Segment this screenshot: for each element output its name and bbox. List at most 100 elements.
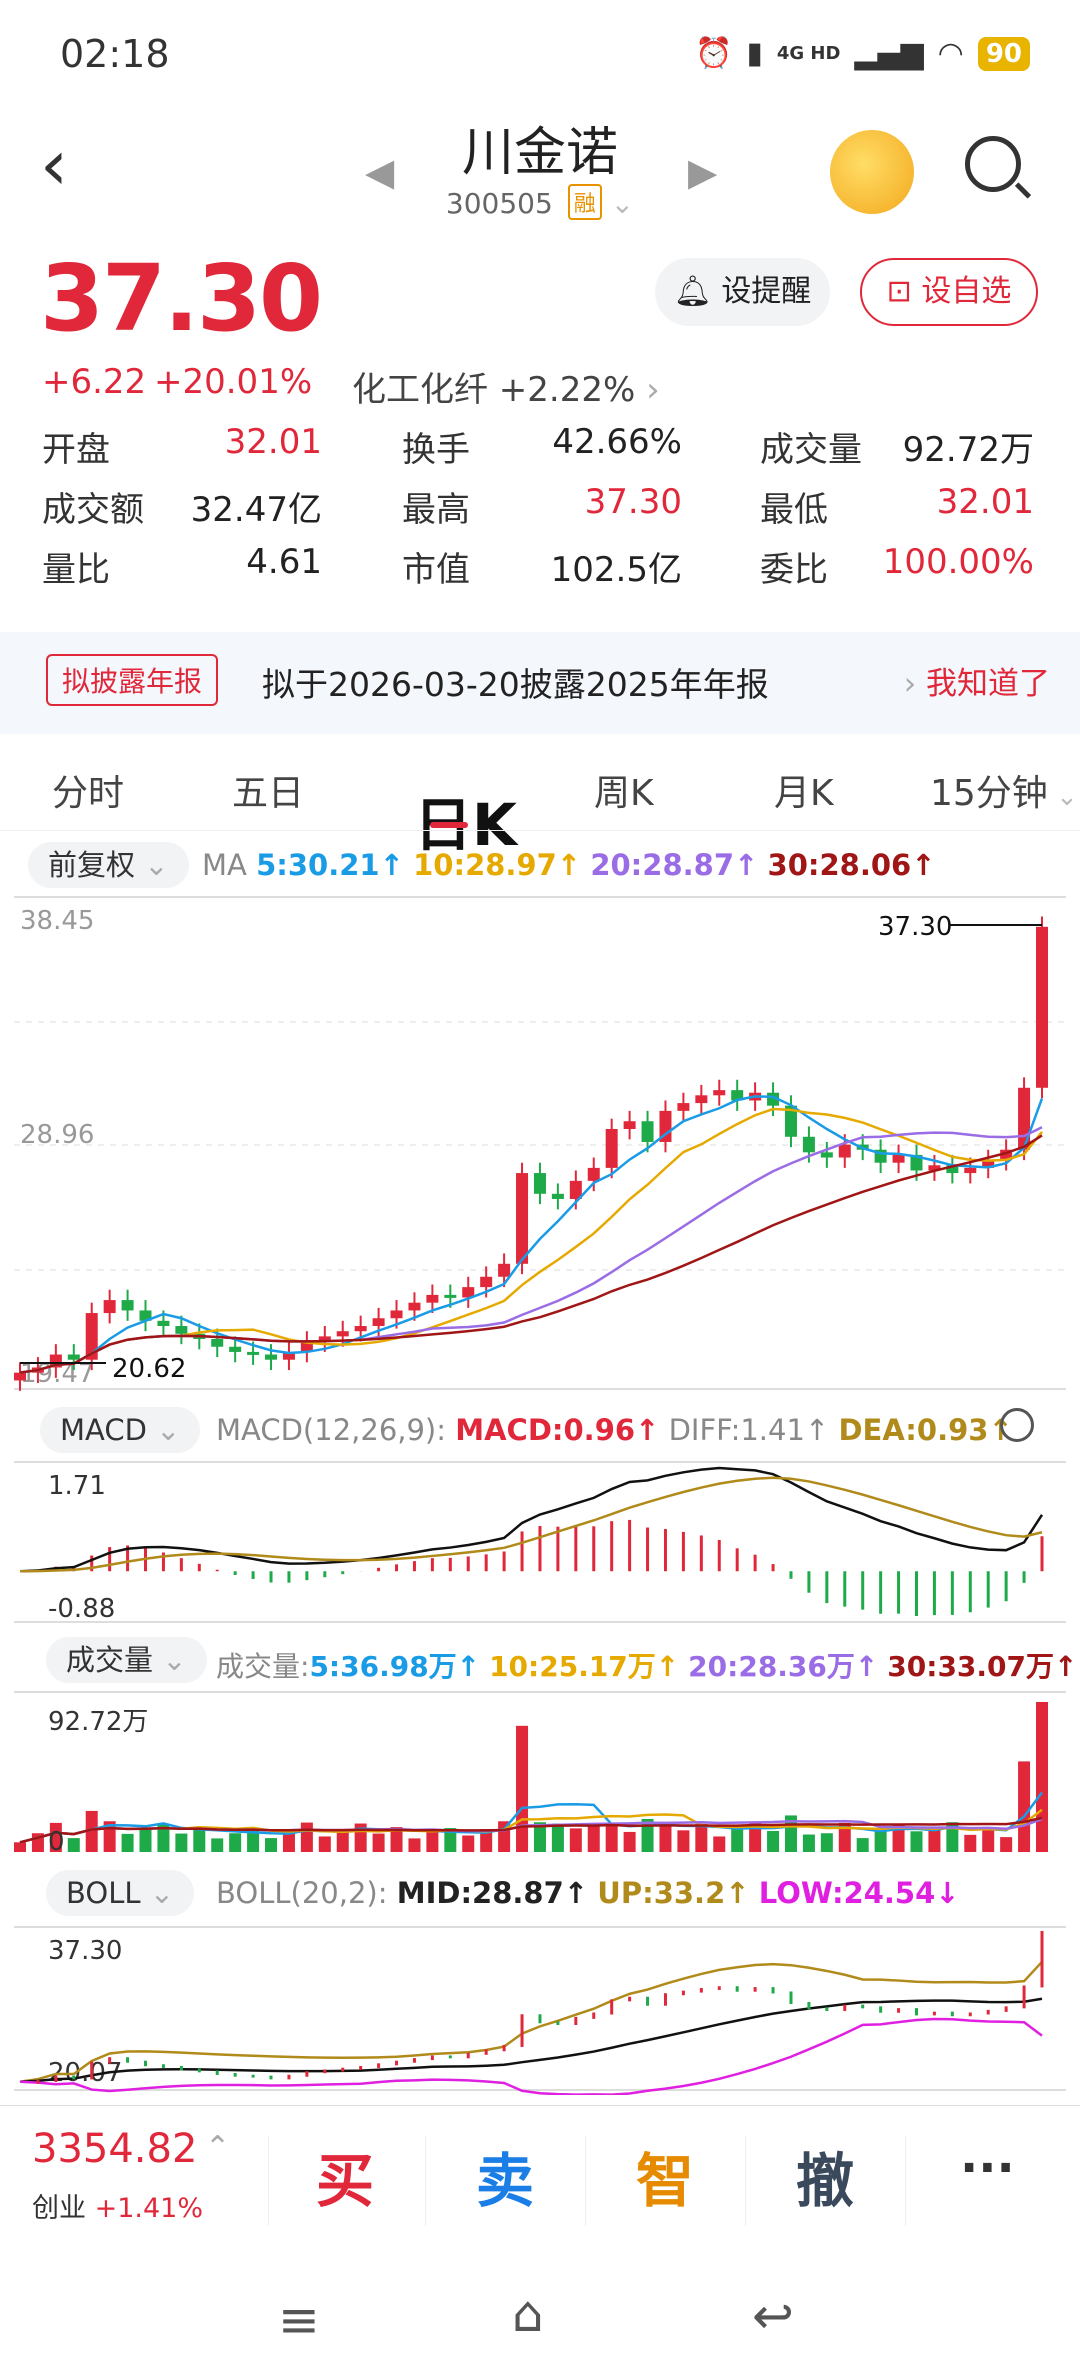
volume-bar	[928, 1829, 941, 1852]
menu-icon[interactable]: ≡	[278, 2291, 320, 2349]
y-axis-top: 38.45	[20, 906, 94, 936]
ma-lines	[19, 1095, 1044, 1374]
cancel-order-button[interactable]: 撤	[796, 2134, 854, 2218]
volume-bar	[121, 1833, 134, 1852]
disclosure-banner[interactable]: 拟披露年报 拟于2026-03-20披露2025年年报 › 我知道了	[0, 632, 1080, 734]
dismiss-banner-button[interactable]: › 我知道了	[904, 658, 1050, 703]
boll-mid-line	[19, 1997, 1043, 2083]
candle	[372, 1318, 385, 1327]
ma30-line	[19, 1134, 1043, 1374]
low-label: 20.62	[112, 1354, 186, 1384]
volume-bar	[1018, 1761, 1031, 1852]
boll-selector[interactable]: BOLL ⌄	[46, 1870, 195, 1916]
volume-bar	[336, 1829, 349, 1852]
sector-text: 化工化纤 +2.22%	[352, 370, 636, 410]
more-button[interactable]: ···	[960, 2140, 1015, 2196]
candle	[498, 1263, 511, 1277]
stock-code-row[interactable]: 300505 融 ⌄	[0, 184, 1080, 220]
search-icon[interactable]	[965, 136, 1021, 192]
stat-label: 市值	[402, 550, 470, 590]
chevron-right-icon: ›	[903, 666, 917, 702]
index-value[interactable]: 3354.82	[32, 2126, 197, 2172]
stat-label: 委比	[760, 550, 828, 590]
chevron-down-icon: ⌄	[144, 848, 169, 882]
candle	[623, 1121, 636, 1130]
stock-code: 300505	[445, 187, 553, 220]
vol-ma20: 20:28.36万↑	[688, 1650, 879, 1683]
tab-monthly-k[interactable]: 月K	[774, 764, 834, 816]
period-tabs: 分时 五日 日K 周K 月K 15分钟 ⌄	[0, 750, 1080, 859]
candle	[533, 1173, 546, 1194]
macd-params: MACD(12,26,9):	[216, 1413, 447, 1447]
tab-15min[interactable]: 15分钟 ⌄	[930, 764, 1078, 816]
add-watchlist-button[interactable]: ⊡ 设自选	[860, 258, 1038, 326]
tab-five-day[interactable]: 五日	[232, 764, 304, 816]
volume-bar	[802, 1834, 815, 1852]
macd-selector[interactable]: MACD ⌄	[40, 1407, 201, 1453]
vibrate-icon: ▮	[746, 36, 763, 71]
volume-bar	[856, 1838, 869, 1852]
candle	[229, 1346, 242, 1352]
stat-value: 100.00%	[882, 542, 1034, 582]
smart-button[interactable]: 智	[636, 2134, 694, 2218]
boll-legend: BOLL(20,2): MID:28.87↑ UP:33.2↑ LOW:24.5…	[216, 1876, 960, 1910]
divider	[268, 2136, 269, 2226]
ma10-line	[19, 1107, 1043, 1374]
divider	[905, 2136, 906, 2226]
macd-y-top: 1.71	[48, 1471, 106, 1501]
candle	[802, 1136, 815, 1153]
stat-label: 最低	[760, 490, 828, 530]
mascot-avatar[interactable]	[830, 130, 914, 214]
buy-button[interactable]: 买	[316, 2134, 374, 2218]
tab-intraday[interactable]: 分时	[52, 764, 124, 816]
volume-bar	[193, 1828, 206, 1852]
set-alert-button[interactable]: 🔔︎ 设提醒	[655, 258, 830, 326]
status-bar: 02:18 ⏰ ▮ 4G HD ▂▄▆ ◠ 90	[0, 0, 1080, 110]
candle	[390, 1310, 403, 1319]
stat-value: 42.66%	[552, 422, 682, 462]
candle	[247, 1351, 260, 1355]
trade-bar: 3354.82 ⌃ 创业 +1.41% 买 卖 智 撤 ···	[0, 2105, 1080, 2255]
candle	[677, 1103, 690, 1111]
volume-bar	[372, 1833, 385, 1852]
chevron-down-icon: ⌄	[610, 187, 635, 220]
volume-legend: 成交量:5:36.98万↑ 10:25.17万↑ 20:28.36万↑ 30:3…	[216, 1645, 1077, 1685]
boll-y-top: 37.30	[48, 1936, 122, 1966]
candle	[551, 1193, 564, 1199]
alarm-icon: ⏰	[694, 36, 733, 71]
home-icon[interactable]: ⌂	[512, 2285, 544, 2343]
set-alert-label: 设提醒	[721, 274, 812, 309]
ma5-line	[19, 1095, 1044, 1374]
vol-ma10: 10:25.17万↑	[489, 1650, 680, 1683]
chevron-down-icon: ⌄	[149, 1876, 175, 1910]
stat-value: 4.61	[246, 542, 322, 582]
kline-chart[interactable]: 38.45 28.96 19.47 37.30 20.62	[0, 895, 1080, 1395]
return-icon[interactable]: ↩	[752, 2287, 794, 2345]
sell-button[interactable]: 卖	[476, 2134, 534, 2218]
tab-15min-label: 15分钟	[930, 773, 1048, 814]
candle	[67, 1354, 80, 1360]
macd-legend: MACD(12,26,9): MACD:0.96↑ DIFF:1.41↑ DEA…	[216, 1413, 1013, 1447]
candle	[1036, 926, 1048, 1088]
tab-weekly-k[interactable]: 周K	[594, 764, 654, 816]
index-name-row: 创业 +1.41%	[32, 2186, 203, 2225]
volume-bar	[605, 1822, 618, 1852]
volume-bar	[462, 1835, 475, 1852]
dea-value: DEA:0.93↑	[838, 1413, 1013, 1447]
volume-bar	[1000, 1837, 1013, 1852]
adjust-selector[interactable]: 前复权 ⌄	[28, 842, 189, 888]
sector-link[interactable]: 化工化纤 +2.22% ›	[352, 362, 660, 411]
volume-bar	[175, 1833, 188, 1852]
divider	[0, 830, 1080, 831]
volume-bar	[14, 1842, 26, 1852]
signal-icon: ▂▄▆	[854, 36, 924, 71]
volume-selector[interactable]: 成交量 ⌄	[46, 1637, 207, 1683]
divider	[745, 2136, 746, 2226]
next-stock-icon[interactable]: ▶	[688, 150, 717, 194]
candle	[605, 1129, 618, 1168]
banner-text: 拟于2026-03-20披露2025年年报	[262, 665, 769, 704]
volume-bar	[408, 1838, 421, 1852]
candle	[892, 1154, 905, 1163]
settings-icon[interactable]	[1000, 1408, 1034, 1442]
chevron-up-icon[interactable]: ⌃	[205, 2130, 230, 2165]
